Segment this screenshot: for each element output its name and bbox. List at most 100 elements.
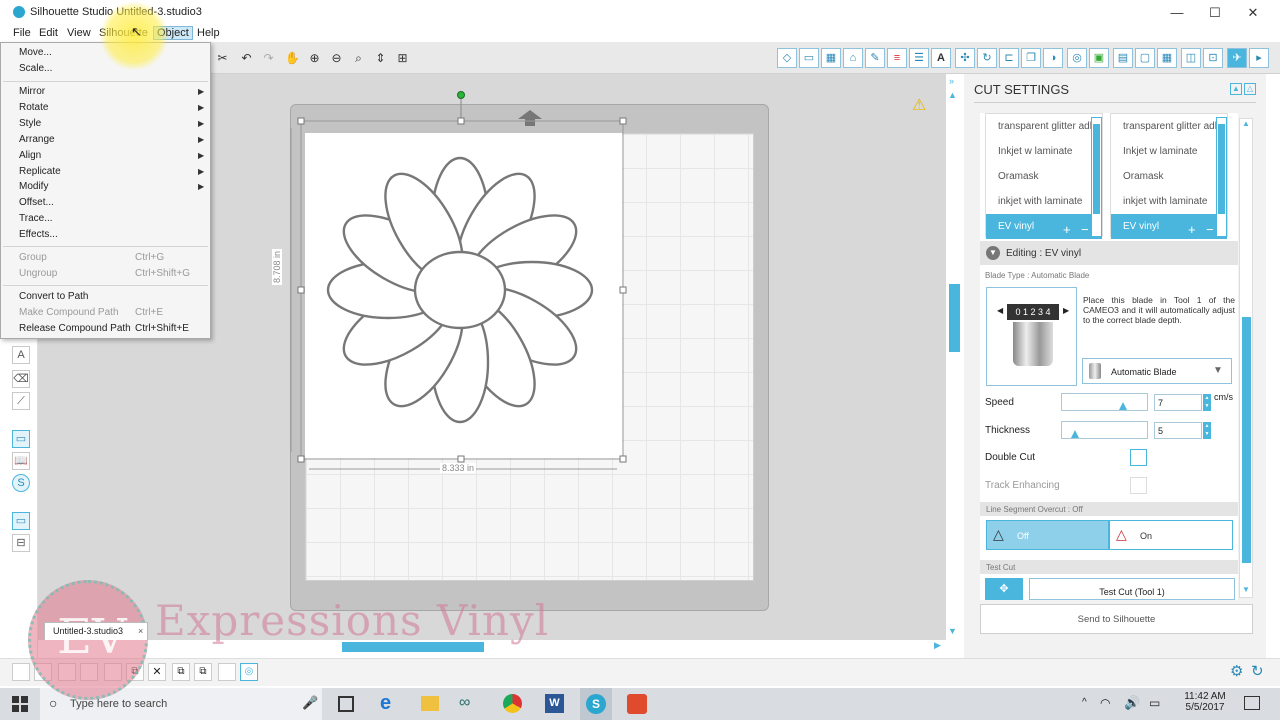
menu-item-convert-to-path[interactable]: Convert to Path: [19, 291, 88, 302]
menu-silhouette[interactable]: Silhouette: [96, 27, 151, 39]
remove-material-icon[interactable]: −: [1206, 222, 1214, 237]
speed-input[interactable]: 7: [1154, 394, 1202, 411]
language-icon[interactable]: ▭: [1149, 696, 1160, 710]
add-material-icon[interactable]: +: [1188, 222, 1196, 237]
menu-item-offset[interactable]: Offset...: [19, 197, 54, 208]
silhouette-taskbar-button[interactable]: S: [580, 688, 612, 720]
send-panel-icon[interactable]: ✈: [1227, 48, 1247, 68]
add-material-icon[interactable]: +: [1063, 222, 1071, 237]
send-to-silhouette-button[interactable]: Send to Silhouette: [980, 604, 1253, 634]
microphone-icon[interactable]: 🎤: [302, 695, 318, 711]
toolbar-more-icon[interactable]: ▸: [1249, 48, 1269, 68]
speed-stepper[interactable]: ▲ ▼: [1203, 394, 1211, 411]
close-button[interactable]: ✕: [1234, 0, 1272, 25]
speed-slider[interactable]: [1061, 393, 1148, 411]
notifications-icon[interactable]: [1244, 696, 1260, 710]
vertical-scrollbar[interactable]: » ▲ ▼: [946, 74, 964, 640]
knife-tool-icon[interactable]: ⟋: [12, 392, 30, 410]
material-item[interactable]: inkjet with laminate: [986, 189, 1102, 214]
collapse-icon[interactable]: ▼: [986, 246, 1000, 260]
warning-icon[interactable]: ⚠: [912, 95, 926, 115]
menu-item-align[interactable]: Align: [19, 150, 41, 161]
menu-item-mirror[interactable]: Mirror: [19, 86, 45, 97]
refresh-icon[interactable]: ↻: [1251, 662, 1264, 680]
menu-item-group[interactable]: Group: [19, 252, 47, 263]
thickness-slider-thumb[interactable]: [1071, 430, 1080, 438]
scroll-right-icon[interactable]: ▶: [934, 640, 941, 651]
zoom-in-icon[interactable]: ⊕: [305, 49, 324, 68]
line-options-icon[interactable]: ☰: [909, 48, 929, 68]
menu-item-release-compound-path[interactable]: Release Compound Path: [19, 323, 131, 334]
material-item[interactable]: Oramask: [1111, 164, 1227, 189]
panel-scroll-up-icon[interactable]: ▲: [1242, 119, 1250, 128]
zoom-out-icon[interactable]: ⊖: [327, 49, 346, 68]
track-enhancing-checkbox[interactable]: [1130, 477, 1147, 494]
select-all-icon[interactable]: [12, 663, 30, 681]
fit-page-icon[interactable]: ⊞: [393, 49, 412, 68]
menu-item-effects[interactable]: Effects...: [19, 229, 58, 240]
menu-view[interactable]: View: [64, 27, 94, 39]
document-tab[interactable]: Untitled-3.studio3 ×: [44, 622, 148, 640]
fill-gradient-icon[interactable]: ▭: [799, 48, 819, 68]
line-width-icon[interactable]: ≡: [887, 48, 907, 68]
vertical-scroll-thumb[interactable]: [949, 284, 960, 352]
thickness-slider[interactable]: [1061, 421, 1148, 439]
send-backward-icon[interactable]: ⧉: [194, 663, 212, 681]
settings-gear-icon[interactable]: ⚙: [1230, 662, 1243, 680]
bring-forward-icon[interactable]: ⧉: [172, 663, 190, 681]
panel-pin-icon[interactable]: △: [1244, 83, 1256, 95]
scroll-up-icon[interactable]: ▲: [948, 90, 957, 100]
clock[interactable]: 11:42 AM 5/5/2017: [1180, 691, 1230, 713]
chrome-icon[interactable]: [503, 694, 522, 713]
registration-icon[interactable]: ▢: [1135, 48, 1155, 68]
file-explorer-icon[interactable]: [421, 696, 439, 711]
split-view-icon[interactable]: ⊟: [12, 534, 30, 552]
text-style-icon[interactable]: A: [931, 48, 951, 68]
store-icon[interactable]: ⊡: [1203, 48, 1223, 68]
infinity-app-icon[interactable]: ∞: [459, 694, 470, 712]
menu-item-scale[interactable]: Scale...: [19, 63, 52, 74]
menu-item-trace[interactable]: Trace...: [19, 213, 53, 224]
replicate-icon[interactable]: ❐: [1021, 48, 1041, 68]
menu-item-make-compound-path[interactable]: Make Compound Path: [19, 307, 119, 318]
overcut-off-option[interactable]: △ Off: [986, 520, 1109, 550]
delete-icon[interactable]: ✕: [148, 663, 166, 681]
panel-scroll-thumb[interactable]: [1242, 317, 1251, 563]
drag-zoom-icon[interactable]: ⇕: [371, 49, 390, 68]
undo-icon[interactable]: ↶: [237, 49, 256, 68]
align-icon[interactable]: ⊏: [999, 48, 1019, 68]
test-cut-button[interactable]: Test Cut (Tool 1): [1029, 578, 1235, 600]
menu-item-style[interactable]: Style: [19, 118, 41, 129]
scroll-thumb[interactable]: [1093, 124, 1100, 214]
blade-right-arrow-icon[interactable]: ▶: [1063, 306, 1069, 315]
panel-collapse-icon[interactable]: ▲: [1230, 83, 1242, 95]
library-view-icon[interactable]: 📖: [12, 452, 30, 470]
speed-slider-thumb[interactable]: [1118, 402, 1127, 410]
overcut-on-option[interactable]: △ On: [1109, 520, 1233, 550]
menu-file[interactable]: File: [10, 27, 34, 39]
close-tab-icon[interactable]: ×: [138, 623, 143, 640]
maximize-button[interactable]: ☐: [1196, 0, 1234, 25]
scroll-down-icon[interactable]: ▼: [948, 626, 957, 636]
zoom-select-icon[interactable]: ⌕: [349, 49, 368, 68]
page-setup-icon[interactable]: ▤: [1113, 48, 1133, 68]
menu-help[interactable]: Help: [194, 27, 223, 39]
windows-start-icon[interactable]: [12, 696, 28, 712]
menu-item-rotate[interactable]: Rotate: [19, 102, 48, 113]
menu-object[interactable]: Object: [153, 26, 193, 40]
fill-color-icon[interactable]: ◇: [777, 48, 797, 68]
line-style-icon[interactable]: ✎: [865, 48, 885, 68]
selected-flower-shape[interactable]: [280, 88, 640, 478]
menu-edit[interactable]: Edit: [36, 27, 61, 39]
pan-hand-icon[interactable]: ✋: [283, 49, 302, 68]
material-item[interactable]: inkjet with laminate: [1111, 189, 1227, 214]
offset-icon[interactable]: ◎: [1067, 48, 1087, 68]
store-view-icon[interactable]: S: [12, 474, 30, 492]
thickness-stepper[interactable]: ▲ ▼: [1203, 422, 1211, 439]
grid-icon[interactable]: ▦: [1157, 48, 1177, 68]
double-cut-checkbox[interactable]: [1130, 449, 1147, 466]
material-list-left[interactable]: transparent glitter adh Inkjet w laminat…: [985, 113, 1103, 239]
modify-icon[interactable]: ◑: [1043, 48, 1063, 68]
panel-scrollbar[interactable]: ▲ ▼: [1239, 118, 1253, 598]
material-item[interactable]: Inkjet w laminate: [986, 139, 1102, 164]
